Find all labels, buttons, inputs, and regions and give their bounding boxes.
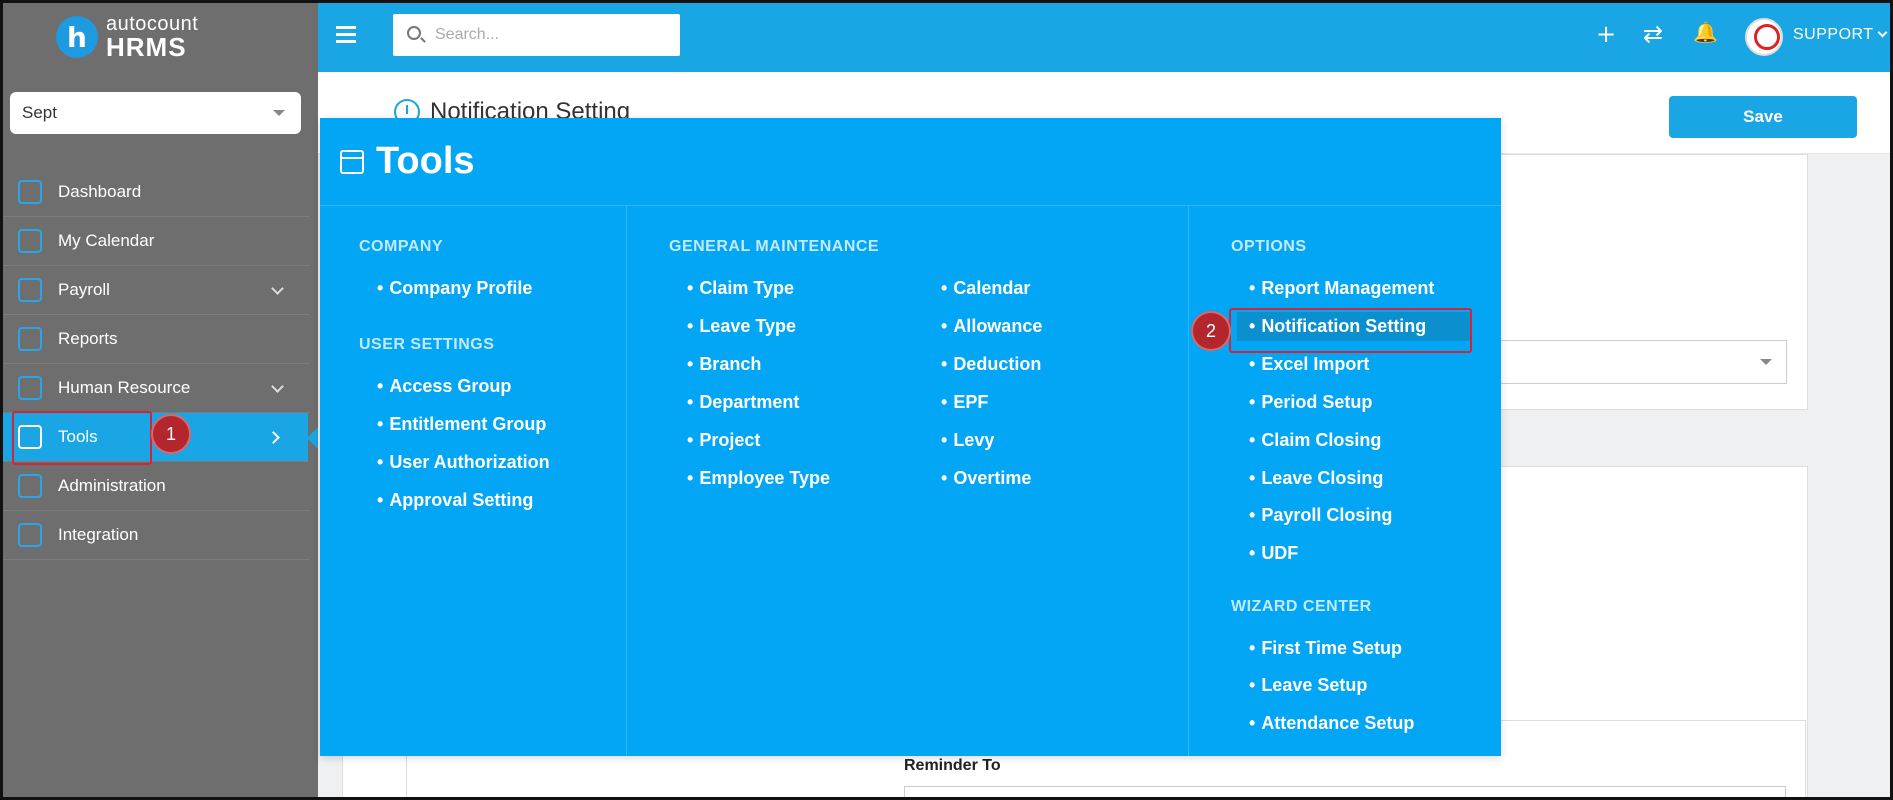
tools-mega-menu: Tools COMPANY Company Profile USER SETTI… [320, 118, 1501, 756]
menu-item-claim-closing[interactable]: Claim Closing [1249, 430, 1381, 451]
caret-down-icon [1760, 359, 1772, 365]
period-select[interactable]: Sept [10, 92, 301, 134]
sidebar-item-label: Reports [58, 329, 118, 348]
sidebar-item-label: Administration [58, 476, 166, 495]
menu-item-levy[interactable]: Levy [941, 430, 994, 451]
menu-item-claim-type[interactable]: Claim Type [687, 278, 794, 299]
dashboard-icon [18, 180, 42, 204]
integration-icon [18, 523, 42, 547]
chevron-right-icon [267, 431, 280, 444]
top-bar: Search... + ⇄ 🔔 SUPPORT [318, 0, 1893, 72]
annotation-box-tools [12, 411, 152, 465]
user-name: SUPPORT [1793, 26, 1874, 43]
brand-mark-icon: h [56, 16, 98, 58]
menu-item-epf[interactable]: EPF [941, 392, 988, 413]
menu-item-report-management[interactable]: Report Management [1249, 278, 1434, 299]
chevron-down-icon [1877, 27, 1888, 38]
search-placeholder: Search... [435, 26, 500, 43]
save-button[interactable]: Save [1669, 96, 1857, 138]
menu-item-company-profile[interactable]: Company Profile [377, 278, 532, 299]
section-title-wizard-center: WIZARD CENTER [1231, 598, 1372, 615]
section-title-options: OPTIONS [1231, 238, 1307, 255]
user-menu[interactable]: SUPPORT [1793, 26, 1888, 44]
annotation-step-1: 1 [153, 416, 189, 452]
menu-item-project[interactable]: Project [687, 430, 760, 451]
brand-bottom-text: HRMS [106, 32, 187, 62]
menu-column-general-maintenance: GENERAL MAINTENANCE Claim Type Leave Typ… [627, 206, 1189, 756]
search-input[interactable]: Search... [393, 14, 680, 56]
reminder-to-label: Reminder To [904, 757, 1001, 774]
menu-item-leave-closing[interactable]: Leave Closing [1249, 468, 1383, 489]
brand-logo[interactable]: h autocount HRMS [56, 14, 198, 60]
calendar-icon [18, 229, 42, 253]
annotation-box-notification-setting [1229, 308, 1472, 353]
reports-icon [18, 327, 42, 351]
mega-menu-title: Tools [376, 140, 475, 182]
menu-item-user-authorization[interactable]: User Authorization [377, 452, 549, 473]
section-title-general-maintenance: GENERAL MAINTENANCE [669, 238, 880, 255]
active-indicator [307, 427, 318, 449]
chevron-down-icon [271, 282, 284, 295]
menu-item-calendar[interactable]: Calendar [941, 278, 1030, 299]
sync-icon[interactable]: ⇄ [1643, 22, 1663, 46]
reminder-to-input[interactable] [904, 786, 1786, 800]
hamburger-menu-icon[interactable] [336, 26, 356, 47]
payroll-icon [18, 278, 42, 302]
sidebar-item-integration[interactable]: Integration [0, 511, 310, 560]
brand-top-text: autocount [106, 13, 199, 35]
menu-item-department[interactable]: Department [687, 392, 799, 413]
sidebar-nav: Dashboard My Calendar Payroll Reports Hu… [0, 168, 318, 560]
menu-item-leave-setup[interactable]: Leave Setup [1249, 675, 1367, 696]
sidebar-item-dashboard[interactable]: Dashboard [0, 168, 310, 217]
sidebar-item-my-calendar[interactable]: My Calendar [0, 217, 310, 266]
sidebar-item-label: Dashboard [58, 182, 142, 201]
tools-icon [340, 149, 364, 174]
period-select-value: Sept [22, 103, 57, 122]
sidebar-item-label: My Calendar [58, 231, 155, 250]
sidebar-item-human-resource[interactable]: Human Resource [0, 364, 310, 413]
add-icon[interactable]: + [1596, 22, 1616, 46]
search-icon [407, 26, 421, 40]
chevron-down-icon [271, 380, 284, 393]
setting-select[interactable] [1500, 340, 1787, 384]
menu-item-deduction[interactable]: Deduction [941, 354, 1041, 375]
human-resource-icon [18, 376, 42, 400]
avatar[interactable] [1745, 18, 1783, 56]
sidebar-item-label: Payroll [58, 280, 110, 299]
menu-item-branch[interactable]: Branch [687, 354, 761, 375]
menu-item-overtime[interactable]: Overtime [941, 468, 1031, 489]
sidebar-item-reports[interactable]: Reports [0, 315, 310, 364]
menu-item-attendance-setup[interactable]: Attendance Setup [1249, 713, 1414, 734]
menu-item-access-group[interactable]: Access Group [377, 376, 511, 397]
menu-item-first-time-setup[interactable]: First Time Setup [1249, 638, 1402, 659]
caret-down-icon [273, 110, 285, 116]
menu-item-employee-type[interactable]: Employee Type [687, 468, 830, 489]
menu-item-allowance[interactable]: Allowance [941, 316, 1042, 337]
menu-item-leave-type[interactable]: Leave Type [687, 316, 796, 337]
sidebar-item-label: Integration [58, 525, 139, 544]
administration-icon [18, 474, 42, 498]
menu-item-entitlement-group[interactable]: Entitlement Group [377, 414, 546, 435]
menu-item-payroll-closing[interactable]: Payroll Closing [1249, 505, 1392, 526]
sidebar: h autocount HRMS Sept Dashboard My Calen… [0, 0, 318, 800]
mega-menu-header: Tools [320, 118, 1501, 206]
menu-item-approval-setting[interactable]: Approval Setting [377, 490, 533, 511]
menu-item-period-setup[interactable]: Period Setup [1249, 392, 1372, 413]
section-title-user-settings: USER SETTINGS [359, 336, 495, 353]
annotation-step-2: 2 [1193, 313, 1229, 349]
menu-item-udf[interactable]: UDF [1249, 543, 1298, 564]
menu-column-options: OPTIONS Report Management Notification S… [1189, 206, 1501, 756]
menu-column-company: COMPANY Company Profile USER SETTINGS Ac… [320, 206, 627, 756]
sidebar-item-payroll[interactable]: Payroll [0, 266, 310, 315]
menu-item-excel-import[interactable]: Excel Import [1249, 354, 1369, 375]
sidebar-item-administration[interactable]: Administration [0, 462, 310, 511]
sidebar-item-label: Human Resource [58, 378, 191, 397]
bell-icon[interactable]: 🔔 [1693, 22, 1718, 42]
section-title-company: COMPANY [359, 238, 444, 255]
